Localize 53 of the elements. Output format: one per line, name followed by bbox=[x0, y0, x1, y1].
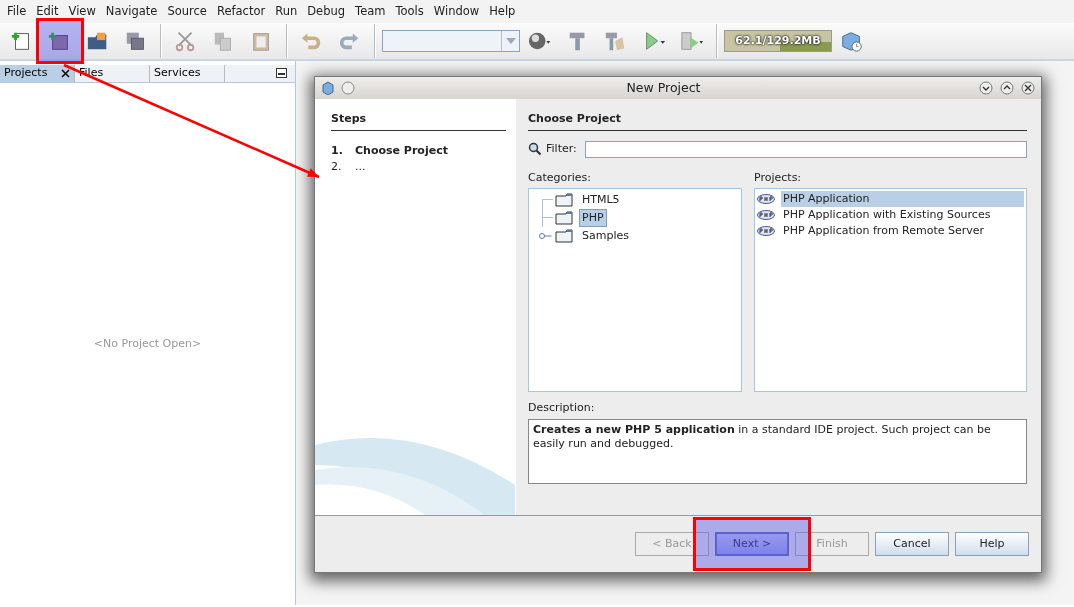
category-item[interactable]: PHP bbox=[579, 208, 607, 228]
filter-field[interactable] bbox=[584, 140, 1027, 158]
search-icon bbox=[528, 142, 542, 156]
panel-heading: Choose Project bbox=[528, 111, 1027, 131]
folder-icon bbox=[555, 229, 573, 243]
steps-heading: Steps bbox=[331, 111, 506, 131]
highlight-annotation bbox=[36, 18, 84, 64]
cube-clock-icon bbox=[840, 29, 864, 53]
step-number: 2. bbox=[331, 159, 343, 175]
menu-item[interactable]: Run bbox=[270, 2, 303, 21]
cube-icon bbox=[321, 81, 335, 95]
description-text: Creates a new PHP 5 application in a standard IDE project. Such project can be easily run and debugged. bbox=[528, 418, 1027, 484]
description-label: Description: bbox=[528, 400, 596, 416]
folder-icon bbox=[555, 211, 573, 225]
step-number: 1. bbox=[331, 142, 344, 159]
php-icon bbox=[757, 210, 775, 220]
menu-item[interactable]: File bbox=[2, 2, 32, 21]
dialog-button[interactable]: Help bbox=[955, 532, 1029, 556]
menu-item[interactable]: Tools bbox=[390, 2, 429, 21]
menu-item[interactable]: Window bbox=[428, 2, 485, 21]
menu-item[interactable]: View bbox=[63, 2, 101, 21]
categories-label: Categories: bbox=[528, 169, 592, 186]
menu-item[interactable]: Help bbox=[484, 2, 521, 21]
dialog-button[interactable]: Cancel bbox=[875, 532, 949, 556]
empty-message: <No Project Open> bbox=[93, 335, 202, 352]
category-item[interactable]: HTML5 bbox=[579, 190, 623, 210]
step-label: Choose Project bbox=[355, 142, 448, 159]
menu-item[interactable]: Debug bbox=[302, 2, 351, 21]
debug-run-icon bbox=[680, 29, 704, 53]
php-icon bbox=[757, 226, 775, 236]
menu-item[interactable]: Team bbox=[350, 2, 391, 21]
menu-item[interactable]: Source bbox=[162, 2, 212, 21]
folder-icon bbox=[555, 193, 573, 207]
project-item[interactable]: PHP Application bbox=[781, 190, 1024, 208]
menu-icon[interactable] bbox=[341, 81, 355, 95]
project-item[interactable]: PHP Application with Existing Sources bbox=[781, 206, 1024, 224]
close-icon[interactable] bbox=[1021, 81, 1035, 95]
configuration-dropdown[interactable] bbox=[382, 30, 520, 52]
menu-item[interactable]: Navigate bbox=[100, 2, 163, 21]
caret-icon bbox=[501, 31, 519, 51]
panel-tab[interactable]: Services bbox=[150, 65, 225, 82]
php-icon bbox=[757, 194, 775, 204]
menu-item[interactable]: Edit bbox=[31, 2, 64, 21]
project-item[interactable]: PHP Application from Remote Server bbox=[781, 222, 1024, 240]
menu-item[interactable]: Refactor bbox=[211, 2, 271, 21]
panel-tab[interactable]: Projects bbox=[0, 65, 75, 82]
filter-label: Filter: bbox=[546, 140, 577, 157]
maximize-icon[interactable] bbox=[1000, 81, 1014, 95]
minimize-icon[interactable] bbox=[979, 81, 993, 95]
step-label: ... bbox=[355, 159, 366, 175]
projects-label: Projects: bbox=[754, 169, 803, 186]
window-title: New Project bbox=[625, 78, 702, 97]
category-item[interactable]: Samples bbox=[579, 226, 632, 246]
